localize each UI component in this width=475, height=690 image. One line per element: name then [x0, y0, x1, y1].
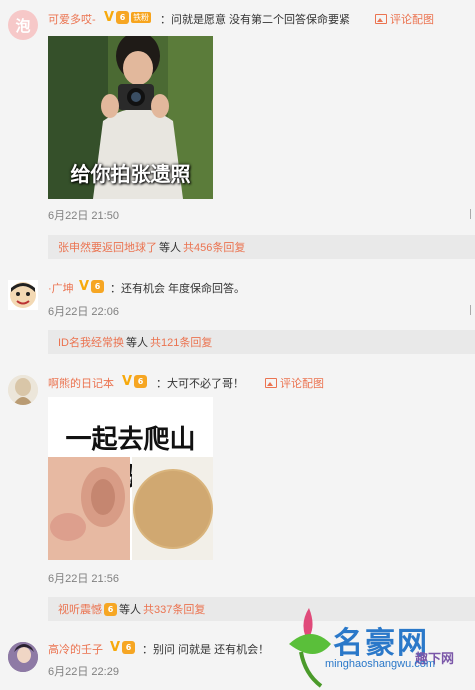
reply-user[interactable]: 视听震憾 [58, 601, 102, 617]
comment-time: 6月22日 22:06 [48, 306, 119, 318]
comment-image-label: 评论配图 [390, 14, 434, 26]
medal-icon: 6 [104, 602, 117, 616]
avatar[interactable]: 泡 [8, 10, 38, 40]
comment-time: 6月22日 22:29 [48, 666, 119, 678]
comment-image-label: 评论配图 [280, 378, 324, 390]
medal-icon: 6 [122, 641, 136, 654]
username[interactable]: 啊熊的日记本 [48, 375, 114, 391]
reply-user[interactable]: ID名我经常换 [58, 334, 124, 350]
image-icon [375, 14, 387, 24]
reply-count[interactable]: 共337条回复 [143, 601, 205, 617]
v-badge-icon: V [122, 374, 133, 389]
reply-user[interactable]: 张申然要返回地球了 [58, 239, 157, 255]
v-badge-icon: V [104, 10, 115, 25]
reply-summary[interactable]: 张申然要返回地球了 等人 共456条回复 [48, 235, 475, 259]
avatar-glyph: 泡 [15, 17, 31, 35]
username[interactable]: ·广坤 [48, 280, 74, 296]
avatar-figure [8, 642, 38, 672]
comment-text: ：问就是愿意 没有第二个回答保命要紧 [160, 14, 351, 26]
user-badges: V 6 [79, 279, 105, 294]
avatar[interactable] [8, 280, 38, 310]
medal-icon: 6 [91, 280, 105, 293]
reply-summary[interactable]: ID名我经常换 等人 共121条回复 [48, 330, 475, 354]
user-badges: V 6 铁粉 [104, 10, 152, 25]
watermark-logo-icon [289, 608, 331, 688]
comment-image-link[interactable]: 评论配图 [265, 375, 324, 391]
watermark-url: minghaoshangwu.com [325, 658, 436, 670]
avatar[interactable] [8, 375, 38, 405]
avatar[interactable] [8, 642, 38, 672]
reply-others: 等人 [119, 604, 141, 616]
reply-others: 等人 [159, 242, 181, 254]
comment-text: ：别问 问就是 还有机会！ [142, 644, 270, 656]
comment-time: 6月22日 21:56 [48, 573, 119, 585]
image-caption: 给你拍张遗照 [70, 164, 191, 186]
medal-icon: 6 [134, 375, 148, 388]
comment-text: ：大可不必了哥！ [156, 378, 244, 390]
comment-image-link[interactable]: 评论配图 [375, 11, 434, 27]
reply-count[interactable]: 共456条回复 [183, 239, 245, 255]
comment-image[interactable]: 给你拍张遗照 [48, 36, 213, 199]
reply-others: 等人 [126, 337, 148, 349]
image-icon [265, 378, 277, 388]
username[interactable]: 高冷的壬子 [48, 641, 103, 657]
user-badges: V 6 [122, 374, 148, 389]
reply-count[interactable]: 共121条回复 [150, 334, 212, 350]
avatar-cartoon [10, 282, 36, 308]
comment-text: ：还有机会 年度保命回答。 [110, 283, 246, 295]
edge-arrow-icon[interactable] [470, 209, 475, 219]
photo-illustration [48, 457, 213, 560]
avatar-figure [8, 375, 38, 405]
site-watermark: 名豪网 趣下网 minghaoshangwu.com [281, 604, 471, 688]
user-badges: V 6 [110, 640, 136, 655]
medal-icon: 6 [116, 11, 130, 24]
v-badge-icon: V [110, 640, 121, 655]
fan-badge: 铁粉 [131, 12, 152, 23]
comment-time: 6月22日 21:50 [48, 210, 119, 222]
comment-image[interactable]: 一起去爬山吗? [48, 397, 213, 560]
v-badge-icon: V [79, 279, 90, 294]
edge-arrow-icon[interactable] [470, 305, 475, 315]
username[interactable]: 可爱多哎- [48, 11, 96, 27]
